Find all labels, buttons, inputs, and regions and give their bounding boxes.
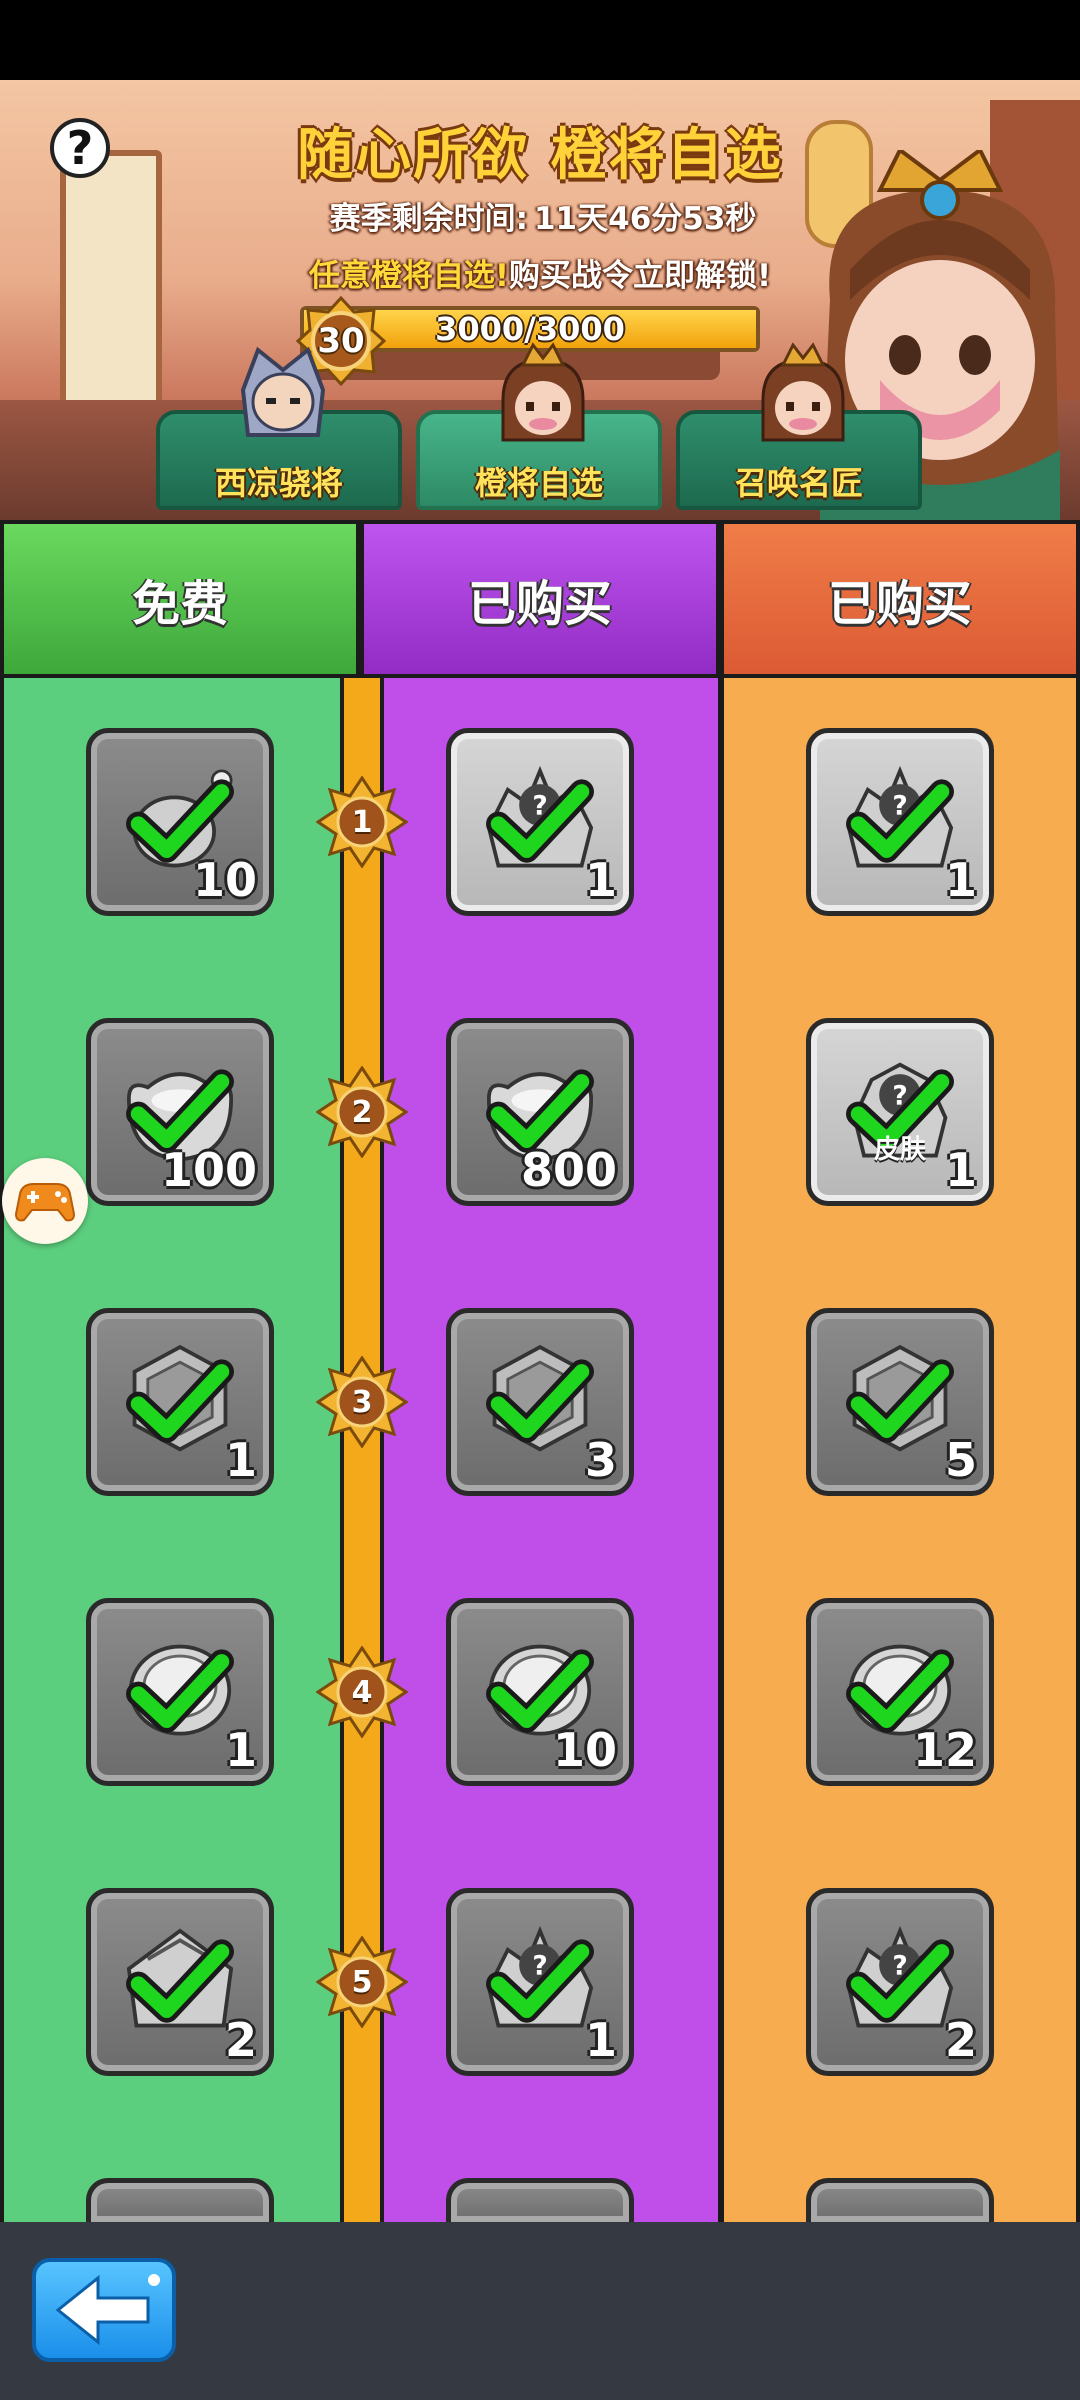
free-track-header: 免费 <box>0 520 360 678</box>
premium-reward-slot[interactable]: ? 1 <box>446 1888 634 2076</box>
level-number: 5 <box>351 1964 373 2000</box>
reward-quantity: 1 <box>584 853 617 907</box>
reward-quantity: 2 <box>224 2013 257 2067</box>
gamepad-icon <box>14 1183 76 1222</box>
level-node: 4 <box>315 1645 409 1739</box>
premium-reward-slot[interactable]: 800 <box>446 1018 634 1206</box>
back-button[interactable] <box>32 2258 176 2362</box>
reward-quantity: 1 <box>224 1433 257 1487</box>
tab-label: 西凉骁将 <box>214 464 343 502</box>
reward-quantity: 3 <box>584 1433 617 1487</box>
reward-quantity: 1 <box>944 1143 977 1197</box>
reward-quantity: 800 <box>520 1143 617 1197</box>
status-bar <box>0 0 1080 80</box>
deluxe-reward-slot[interactable]: 5 <box>806 1308 994 1496</box>
free-reward-slot[interactable]: 100 <box>86 1018 274 1206</box>
level-number: 3 <box>351 1384 373 1420</box>
tab-orange-hero-select[interactable]: 橙将自选 <box>416 342 662 510</box>
deluxe-track-header: 已购买 <box>720 520 1080 678</box>
reward-quantity: 1 <box>944 853 977 907</box>
reward-quantity: 5 <box>944 1433 977 1487</box>
deluxe-reward-slot[interactable]: ? 2 <box>806 1888 994 2076</box>
premium-reward-slot[interactable]: 10 <box>446 1598 634 1786</box>
free-reward-slot[interactable]: 1 <box>86 1598 274 1786</box>
level-node: 2 <box>315 1065 409 1159</box>
back-arrow-icon <box>55 2274 160 2346</box>
event-banner: ? 随心所欲 橙将自选 赛季剩余时间: 11天46分53秒 任意橙将自选!购买战令… <box>0 80 1080 520</box>
reward-quantity: 10 <box>552 1723 617 1777</box>
premium-reward-slot[interactable]: 3 <box>446 1308 634 1496</box>
deluxe-reward-slot[interactable]: 12 <box>806 1598 994 1786</box>
floating-gamepad-button[interactable] <box>2 1158 88 1244</box>
reward-quantity: 12 <box>912 1723 977 1777</box>
level-number: 1 <box>351 804 373 840</box>
reward-quantity: 2 <box>944 2013 977 2067</box>
premium-reward-slot[interactable]: ? 1 <box>446 728 634 916</box>
reward-quantity: 1 <box>224 1723 257 1777</box>
free-reward-slot[interactable]: 2 <box>86 1888 274 2076</box>
level-node: 3 <box>315 1355 409 1449</box>
promo-body: 购买战令立即解锁! <box>509 258 772 294</box>
tab-label: 召唤名匠 <box>734 464 863 502</box>
level-node: 1 <box>315 775 409 869</box>
premium-track-header: 已购买 <box>360 520 720 678</box>
female-hero-icon <box>501 342 585 442</box>
countdown-label: 赛季剩余时间: <box>329 201 528 237</box>
tab-summon-craftsman[interactable]: 召唤名匠 <box>676 342 922 510</box>
reward-quantity: 1 <box>584 2013 617 2067</box>
deluxe-reward-slot[interactable] <box>806 2178 994 2222</box>
free-reward-slot[interactable] <box>86 2178 274 2222</box>
free-reward-slot[interactable]: 10 <box>86 728 274 916</box>
promo-highlight: 任意橙将自选! <box>308 258 509 294</box>
premium-reward-slot[interactable] <box>446 2178 634 2222</box>
countdown-value: 11天46分53秒 <box>533 201 757 237</box>
level-number: 4 <box>351 1674 373 1710</box>
level-number: 2 <box>351 1094 373 1130</box>
tab-xiliang-general[interactable]: 西凉骁将 <box>156 346 402 510</box>
reward-quantity: 10 <box>192 853 257 907</box>
female-hero-icon <box>761 342 845 442</box>
deluxe-reward-slot[interactable]: ? 1 <box>806 728 994 916</box>
free-reward-slot[interactable]: 1 <box>86 1308 274 1496</box>
silver-armored-hero-icon <box>240 346 326 437</box>
reward-quantity: 100 <box>160 1143 257 1197</box>
level-node: 5 <box>315 1935 409 2029</box>
deluxe-reward-slot[interactable]: ? 皮肤 1 <box>806 1018 994 1206</box>
tab-label: 橙将自选 <box>474 464 603 502</box>
